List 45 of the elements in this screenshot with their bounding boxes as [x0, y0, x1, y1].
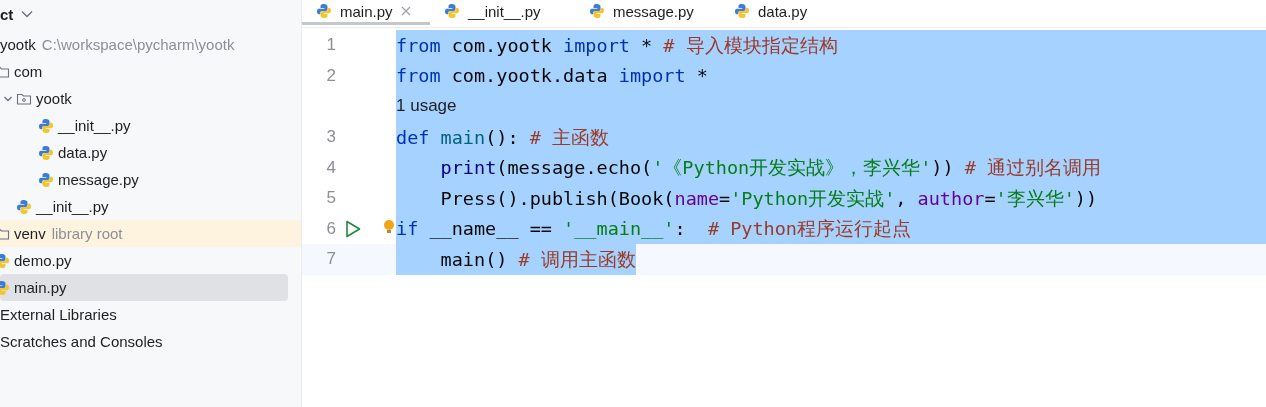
tree-item[interactable]: demo.py [0, 247, 288, 274]
python-icon [444, 3, 460, 19]
python-icon [38, 171, 54, 188]
tree-item[interactable]: Scratches and Consoles [0, 328, 288, 355]
code-line: if __name__ == '__main__': # Python程序运行起点 [396, 217, 911, 242]
usage-hint[interactable]: 1 usage [396, 96, 457, 117]
tree-item[interactable]: yootk [0, 85, 288, 112]
tree-item[interactable]: venv library root [0, 220, 301, 247]
python-icon [734, 3, 750, 19]
python-icon [589, 3, 605, 19]
line-number: 6 [325, 218, 336, 239]
code-line: print(message.echo('《Python开发实战》，李兴华')) # 通过别名调用 [439, 156, 1102, 181]
tree-item[interactable]: __init__.py [0, 112, 288, 139]
bulb-icon[interactable] [383, 218, 395, 235]
editor-tab[interactable]: __init__.py [430, 0, 575, 25]
editor-tab[interactable]: main.py [302, 0, 430, 25]
python-icon [316, 3, 332, 19]
line-number: 4 [325, 157, 336, 178]
panel-title[interactable]: ct [0, 5, 14, 23]
tree-item[interactable]: message.py [0, 166, 288, 193]
tree-item[interactable]: __init__.py [0, 193, 288, 220]
line-number: 7 [325, 249, 336, 270]
chevron-down-icon[interactable] [21, 10, 34, 18]
code-line: Press().publish(Book(name='Python开发实战', author='李兴华')) [439, 186, 1098, 211]
python-icon [16, 198, 32, 215]
tree-item[interactable]: data.py [0, 139, 288, 166]
path-hint: C:\workspace\pycharm\yootk [41, 36, 235, 53]
close-icon[interactable] [400, 6, 411, 16]
code-line: def main(): # 主函数 [396, 125, 609, 150]
code-line: from com.yootk.data import * [396, 64, 708, 89]
editor-tab[interactable]: message.py [575, 0, 720, 25]
line-number: 2 [325, 65, 336, 86]
python-icon [38, 144, 54, 161]
tree-item[interactable]: External Libraries [0, 301, 288, 328]
tree-item[interactable]: main.py [0, 274, 288, 301]
line-number: 3 [325, 127, 336, 148]
editor-tab[interactable]: data.py [720, 0, 865, 25]
line-number: 5 [325, 188, 336, 209]
tree-item[interactable]: com [0, 58, 288, 85]
code-line: from com.yootk import * # 导入模块指定结构 [396, 33, 838, 58]
path-hint: library root [51, 225, 123, 242]
python-icon [38, 117, 54, 134]
tree-item[interactable]: yootk C:\workspace\pycharm\yootk [0, 31, 288, 58]
line-number: 1 [325, 35, 336, 56]
run-icon[interactable] [345, 219, 361, 238]
